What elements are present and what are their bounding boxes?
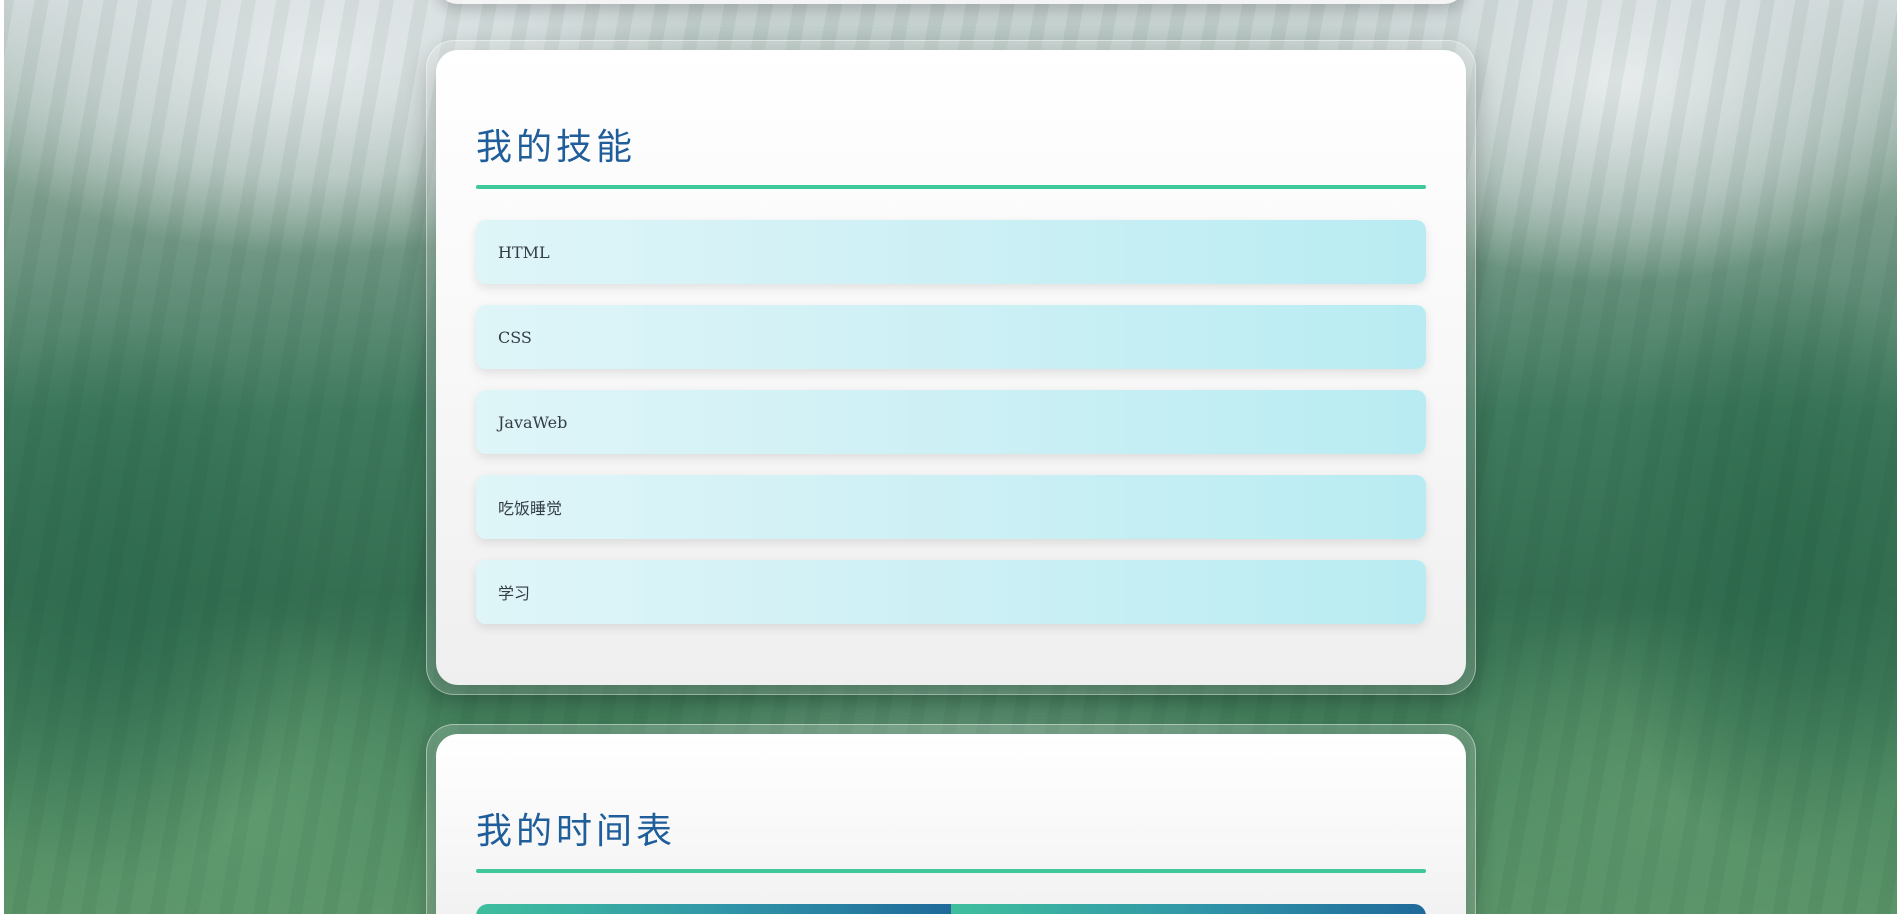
skill-item-eat-sleep: 吃饭睡觉: [476, 475, 1426, 539]
schedule-card: 我的时间表: [426, 724, 1476, 914]
page-edge: [0, 0, 4, 914]
schedule-header-cell: [951, 904, 1426, 914]
skills-card: 我的技能 HTML CSS JavaWeb 吃饭睡觉 学习: [426, 40, 1476, 695]
skill-item-study: 学习: [476, 560, 1426, 624]
skills-title-underline: [476, 185, 1426, 189]
skills-list: HTML CSS JavaWeb 吃饭睡觉 学习: [476, 220, 1426, 645]
skills-card-body: 我的技能 HTML CSS JavaWeb 吃饭睡觉 学习: [436, 50, 1466, 685]
schedule-title: 我的时间表: [476, 811, 677, 852]
previous-card-bottom: [436, 0, 1466, 4]
schedule-title-underline: [476, 869, 1426, 873]
schedule-table-header: [476, 904, 1426, 914]
skills-title: 我的技能: [476, 127, 637, 168]
skill-item-html: HTML: [476, 220, 1426, 284]
skill-item-css: CSS: [476, 305, 1426, 369]
schedule-card-body: 我的时间表: [436, 734, 1466, 914]
skill-item-javaweb: JavaWeb: [476, 390, 1426, 454]
schedule-header-cell: [476, 904, 951, 914]
